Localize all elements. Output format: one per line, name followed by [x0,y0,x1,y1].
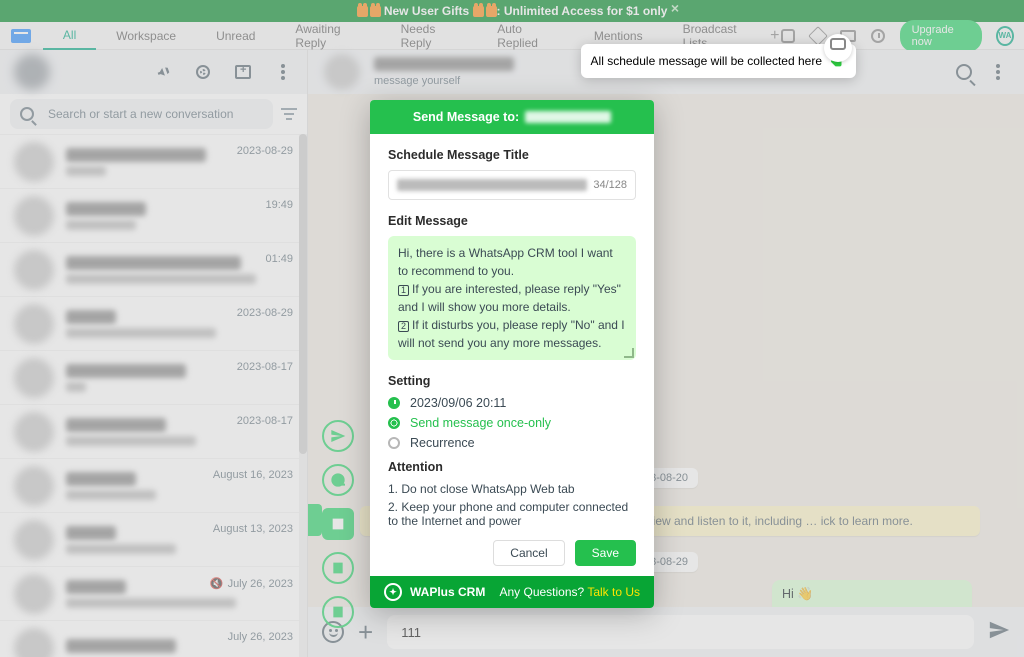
tooltip-text: All schedule message will be collected h… [591,54,822,68]
msg-line-1: If you are interested, please reply "Yes… [398,282,621,314]
schedule-title-input[interactable]: 34/128 [388,170,636,200]
schedule-title-value [397,179,587,191]
msg-intro: Hi, there is a WhatsApp CRM tool I want … [398,246,613,278]
modal-header: Send Message to: [370,100,654,134]
cancel-button[interactable]: Cancel [493,540,564,566]
modal-header-label: Send Message to: [413,110,519,124]
attention-item: 2. Keep your phone and computer connecte… [388,500,636,528]
bullet-2-icon: 2 [398,321,409,332]
recurrence-label[interactable]: Recurrence [410,436,475,450]
brand-icon: ✦ [384,583,402,601]
modal-footer: ✦ WAPlus CRM Any Questions? Talk to Us [370,576,654,608]
schedule-time[interactable]: 2023/09/06 20:11 [410,396,506,410]
clock-icon [388,397,400,409]
point-up-icon [828,52,846,70]
talk-to-us-link[interactable]: Talk to Us [587,585,640,599]
schedule-title-label: Schedule Message Title [388,148,636,162]
recurrence-radio[interactable] [388,437,400,449]
schedule-title-counter: 34/128 [593,179,627,191]
brand-name: WAPlus CRM [410,585,485,599]
once-radio[interactable] [388,417,400,429]
resize-grip-icon[interactable] [624,348,634,358]
attention-item: 1. Do not close WhatsApp Web tab [388,482,636,496]
bullet-1-icon: 1 [398,285,409,296]
msg-line-2: If it disturbs you, please reply "No" an… [398,318,625,350]
schedule-modal: Send Message to: Schedule Message Title … [370,100,654,608]
footer-question: Any Questions? [499,585,584,599]
edit-message-label: Edit Message [388,214,636,228]
bot-icon [830,38,846,50]
attention-label: Attention [388,460,636,474]
once-label[interactable]: Send message once-only [410,416,551,430]
edit-message-textarea[interactable]: Hi, there is a WhatsApp CRM tool I want … [388,236,636,360]
save-button[interactable]: Save [575,540,636,566]
modal-header-target [525,111,611,123]
setting-label: Setting [388,374,636,388]
schedule-tooltip: All schedule message will be collected h… [581,44,856,78]
